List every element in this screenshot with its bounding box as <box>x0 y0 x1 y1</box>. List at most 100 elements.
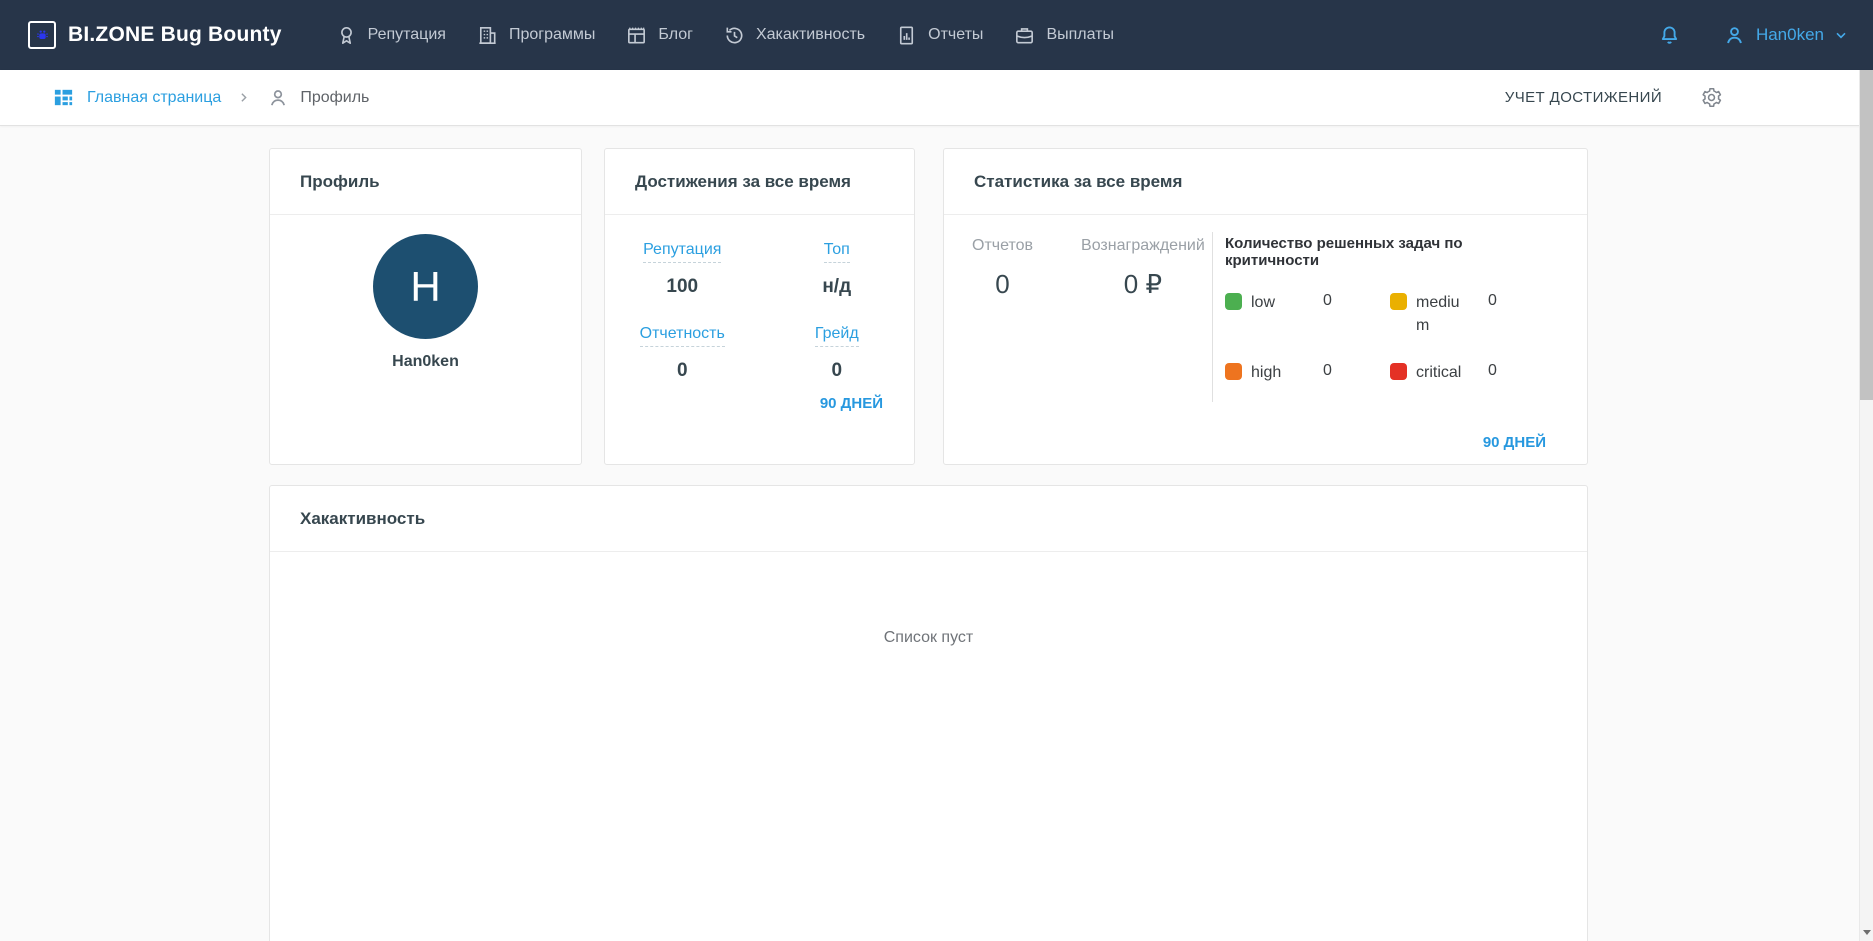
achievements-card: Достижения за все время Репутация 100 То… <box>604 148 915 465</box>
stat-reporting-label[interactable]: Отчетность <box>639 325 725 347</box>
notifications-button[interactable] <box>1657 23 1682 48</box>
nav-item-blog[interactable]: Блог <box>610 14 708 57</box>
reports-value: 0 <box>995 269 1010 299</box>
summary-cards-row: Профиль H Han0ken Достижения за все врем… <box>269 148 1588 465</box>
bug-logo-icon <box>28 21 56 49</box>
stat-reputation-label[interactable]: Репутация <box>643 241 722 263</box>
stat-top-label[interactable]: Топ <box>823 241 850 263</box>
breadcrumb-bar-right: УЧЕТ ДОСТИЖЕНИЙ <box>1505 86 1723 109</box>
severity-medium: medium 0 <box>1390 291 1555 337</box>
breadcrumb: Главная страница Профиль <box>52 86 369 110</box>
high-label: high <box>1251 364 1282 382</box>
dashboard-grid-icon <box>54 89 73 106</box>
low-value: 0 <box>1323 292 1332 309</box>
blog-icon <box>628 27 646 44</box>
achievements-accounting-link[interactable]: УЧЕТ ДОСТИЖЕНИЙ <box>1505 89 1662 106</box>
high-swatch <box>1225 363 1242 381</box>
nav-label: Хакактивность <box>755 26 866 43</box>
nav-label: Блог <box>658 26 693 43</box>
reports-stat: Отчетов 0 <box>972 237 1033 300</box>
nav-item-hacktivity[interactable]: Хакактивность <box>708 14 880 57</box>
hacktivity-card: Хакактивность Список пуст <box>269 485 1588 941</box>
severity-low: low 0 <box>1225 291 1390 337</box>
empty-list-text: Список пуст <box>883 629 974 646</box>
critical-value: 0 <box>1488 362 1497 380</box>
nav-label: Репутация <box>367 26 446 43</box>
severity-block: Количество решенных задач по критичности… <box>1225 235 1560 385</box>
report-icon <box>900 26 914 44</box>
severity-title: Количество решенных задач по критичности <box>1225 235 1463 269</box>
main-menu: Репутация Программы Блог Хакактивность О… <box>320 14 1129 57</box>
scrollbar-down-arrow[interactable] <box>1860 925 1873 939</box>
briefcase-icon <box>1016 27 1034 44</box>
avatar[interactable]: H <box>373 234 478 339</box>
critical-label: critical <box>1416 364 1462 382</box>
high-value: 0 <box>1323 362 1332 380</box>
profile-icon <box>271 89 286 105</box>
stat-reporting: Отчетность 0 <box>639 325 725 382</box>
page-background: Профиль H Han0ken Достижения за все врем… <box>0 126 1873 941</box>
avatar-letter: H <box>410 262 441 310</box>
nav-item-reputation[interactable]: Репутация <box>320 14 461 57</box>
settings-button[interactable] <box>1700 86 1723 109</box>
nav-label: Отчеты <box>928 26 984 43</box>
breadcrumb-current-label: Профиль <box>300 88 370 106</box>
user-menu[interactable]: Han0ken <box>1722 23 1849 48</box>
nav-item-reports[interactable]: Отчеты <box>880 14 998 57</box>
stat-reputation-value: 100 <box>666 276 699 297</box>
history-icon <box>726 27 743 43</box>
medium-swatch <box>1390 293 1407 310</box>
chevron-down-icon <box>1836 32 1846 39</box>
navbar-right: Han0ken <box>1657 23 1849 48</box>
stat-top-value: н/д <box>822 276 852 297</box>
rewards-value: 0 ₽ <box>1123 269 1163 299</box>
breadcrumb-home-link[interactable]: Главная страница <box>52 86 221 109</box>
achievements-90-days-link[interactable]: 90 ДНЕЙ <box>820 395 883 412</box>
award-icon <box>340 26 352 44</box>
stat-reputation: Репутация 100 <box>643 241 722 298</box>
hacktivity-card-title: Хакактивность <box>300 508 426 528</box>
low-swatch <box>1225 293 1242 310</box>
nav-item-programs[interactable]: Программы <box>461 14 610 57</box>
stat-grade: Грейд 0 <box>814 325 859 382</box>
breadcrumb-home-label: Главная страница <box>87 88 222 106</box>
vertical-scrollbar[interactable] <box>1859 70 1873 941</box>
rewards-label: Вознаграждений <box>1081 237 1205 254</box>
achievements-grid: Репутация 100 Топ н/д Отчетность 0 Грейд… <box>605 215 914 382</box>
user-icon <box>1727 26 1742 43</box>
breadcrumb-bar: Главная страница Профиль УЧЕТ ДОСТИЖЕНИЙ <box>0 70 1873 126</box>
bell-icon <box>1661 25 1678 44</box>
scrollbar-thumb[interactable] <box>1860 70 1873 400</box>
medium-value: 0 <box>1488 292 1497 309</box>
achievements-card-title: Достижения за все время <box>635 171 851 191</box>
content-area: Профиль H Han0ken Достижения за все врем… <box>269 148 1588 941</box>
gear-icon <box>1702 88 1722 107</box>
top-navbar: BI.ZONE Bug Bounty Репутация Программы Б… <box>0 0 1873 70</box>
low-label: low <box>1251 294 1276 311</box>
severity-critical: critical 0 <box>1390 361 1555 384</box>
critical-swatch <box>1390 363 1407 381</box>
statistics-card: Статистика за все время Отчетов 0 Вознаг… <box>943 148 1588 465</box>
stat-reporting-value: 0 <box>676 360 688 381</box>
severity-legend: low 0 medium 0 high 0 critical 0 <box>1225 291 1560 385</box>
profile-card-title: Профиль <box>300 171 380 191</box>
brand-title: BI.ZONE Bug Bounty <box>68 23 282 46</box>
reports-label: Отчетов <box>972 237 1034 254</box>
profile-card: Профиль H Han0ken <box>269 148 582 465</box>
building-icon <box>479 26 496 44</box>
brand-logo[interactable]: BI.ZONE Bug Bounty <box>28 21 282 49</box>
nav-label: Выплаты <box>1046 26 1114 43</box>
breadcrumb-chevron-icon <box>237 91 250 104</box>
stat-grade-label[interactable]: Грейд <box>814 325 859 347</box>
reports-rewards-block: Отчетов 0 Вознаграждений 0 ₽ <box>972 237 1205 300</box>
nav-item-payments[interactable]: Выплаты <box>998 14 1129 57</box>
nav-label: Программы <box>508 26 596 43</box>
stat-top: Топ н/д <box>822 241 851 298</box>
statistics-90-days-link[interactable]: 90 ДНЕЙ <box>1483 434 1546 451</box>
stat-grade-value: 0 <box>831 360 843 381</box>
vertical-divider <box>1212 232 1213 402</box>
breadcrumb-current: Профиль <box>266 86 369 110</box>
medium-label: medium <box>1416 294 1460 335</box>
rewards-stat: Вознаграждений 0 ₽ <box>1081 237 1205 300</box>
profile-username: Han0ken <box>392 353 459 370</box>
